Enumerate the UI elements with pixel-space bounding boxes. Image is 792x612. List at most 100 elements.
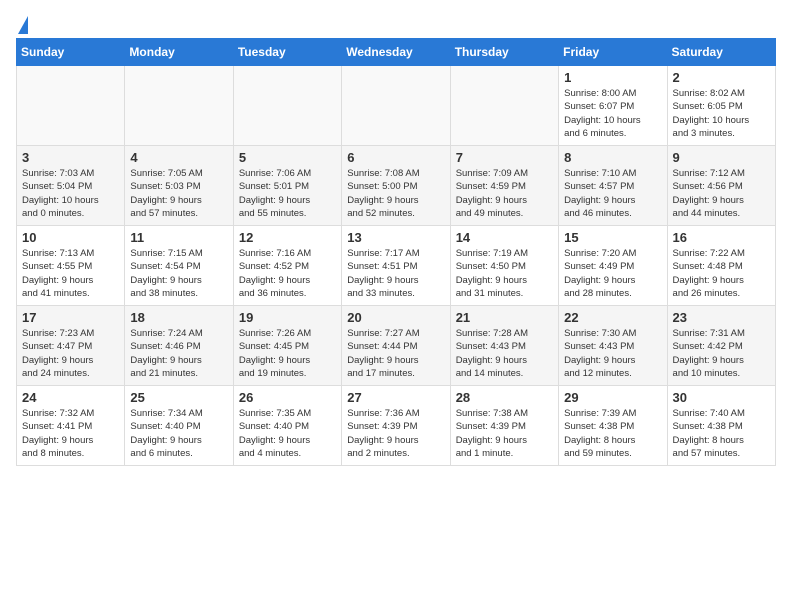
calendar-cell: 17 Sunrise: 7:23 AM Sunset: 4:47 PM Dayli… — [17, 306, 125, 386]
day-number: 30 — [673, 390, 770, 405]
day-number: 21 — [456, 310, 553, 325]
day-info: Sunrise: 7:15 AM Sunset: 4:54 PM Dayligh… — [130, 247, 227, 300]
calendar-cell: 9 Sunrise: 7:12 AM Sunset: 4:56 PM Daylig… — [667, 146, 775, 226]
calendar-cell: 24Sunrise: 7:32 AM Sunset: 4:41 PM Dayli… — [17, 386, 125, 466]
calendar-cell — [450, 66, 558, 146]
day-info: Sunrise: 8:00 AM Sunset: 6:07 PM Dayligh… — [564, 87, 661, 140]
day-info: Sunrise: 7:40 AM Sunset: 4:38 PM Dayligh… — [673, 407, 770, 460]
calendar-cell: 3 Sunrise: 7:03 AM Sunset: 5:04 PM Daylig… — [17, 146, 125, 226]
day-number: 10 — [22, 230, 119, 245]
day-number: 28 — [456, 390, 553, 405]
day-info: Sunrise: 7:39 AM Sunset: 4:38 PM Dayligh… — [564, 407, 661, 460]
day-info: Sunrise: 7:22 AM Sunset: 4:48 PM Dayligh… — [673, 247, 770, 300]
calendar-header-saturday: Saturday — [667, 39, 775, 66]
day-number: 16 — [673, 230, 770, 245]
calendar-cell: 14Sunrise: 7:19 AM Sunset: 4:50 PM Dayli… — [450, 226, 558, 306]
calendar-week-5: 24Sunrise: 7:32 AM Sunset: 4:41 PM Dayli… — [17, 386, 776, 466]
day-info: Sunrise: 7:24 AM Sunset: 4:46 PM Dayligh… — [130, 327, 227, 380]
calendar-cell: 23Sunrise: 7:31 AM Sunset: 4:42 PM Dayli… — [667, 306, 775, 386]
day-number: 12 — [239, 230, 336, 245]
day-number: 3 — [22, 150, 119, 165]
calendar-cell: 18 Sunrise: 7:24 AM Sunset: 4:46 PM Dayli… — [125, 306, 233, 386]
day-number: 17 — [22, 310, 119, 325]
day-number: 5 — [239, 150, 336, 165]
day-number: 2 — [673, 70, 770, 85]
day-number: 15 — [564, 230, 661, 245]
day-info: Sunrise: 7:13 AM Sunset: 4:55 PM Dayligh… — [22, 247, 119, 300]
day-number: 22 — [564, 310, 661, 325]
calendar-cell: 27 Sunrise: 7:36 AM Sunset: 4:39 PM Dayli… — [342, 386, 450, 466]
day-number: 27 — [347, 390, 444, 405]
day-number: 4 — [130, 150, 227, 165]
day-number: 26 — [239, 390, 336, 405]
calendar-cell: 26Sunrise: 7:35 AM Sunset: 4:40 PM Dayli… — [233, 386, 341, 466]
day-info: Sunrise: 7:12 AM Sunset: 4:56 PM Dayligh… — [673, 167, 770, 220]
calendar-header-tuesday: Tuesday — [233, 39, 341, 66]
day-number: 29 — [564, 390, 661, 405]
calendar-cell: 12 Sunrise: 7:16 AM Sunset: 4:52 PM Dayli… — [233, 226, 341, 306]
calendar-header-monday: Monday — [125, 39, 233, 66]
day-info: Sunrise: 7:36 AM Sunset: 4:39 PM Dayligh… — [347, 407, 444, 460]
calendar-header-friday: Friday — [559, 39, 667, 66]
day-number: 1 — [564, 70, 661, 85]
calendar-cell: 4 Sunrise: 7:05 AM Sunset: 5:03 PM Daylig… — [125, 146, 233, 226]
day-number: 19 — [239, 310, 336, 325]
day-info: Sunrise: 7:16 AM Sunset: 4:52 PM Dayligh… — [239, 247, 336, 300]
day-number: 14 — [456, 230, 553, 245]
calendar-body: 1 Sunrise: 8:00 AM Sunset: 6:07 PM Daylig… — [17, 66, 776, 466]
day-info: Sunrise: 7:17 AM Sunset: 4:51 PM Dayligh… — [347, 247, 444, 300]
calendar-header-sunday: Sunday — [17, 39, 125, 66]
calendar-table: SundayMondayTuesdayWednesdayThursdayFrid… — [16, 38, 776, 466]
day-number: 18 — [130, 310, 227, 325]
day-number: 11 — [130, 230, 227, 245]
day-number: 6 — [347, 150, 444, 165]
day-info: Sunrise: 7:10 AM Sunset: 4:57 PM Dayligh… — [564, 167, 661, 220]
day-info: Sunrise: 8:02 AM Sunset: 6:05 PM Dayligh… — [673, 87, 770, 140]
calendar-cell: 11 Sunrise: 7:15 AM Sunset: 4:54 PM Dayli… — [125, 226, 233, 306]
calendar-cell — [17, 66, 125, 146]
calendar-cell — [233, 66, 341, 146]
day-number: 8 — [564, 150, 661, 165]
calendar-week-4: 17 Sunrise: 7:23 AM Sunset: 4:47 PM Dayli… — [17, 306, 776, 386]
logo-triangle-icon — [18, 16, 28, 34]
calendar-cell: 25Sunrise: 7:34 AM Sunset: 4:40 PM Dayli… — [125, 386, 233, 466]
calendar-cell: 29 Sunrise: 7:39 AM Sunset: 4:38 PM Dayli… — [559, 386, 667, 466]
calendar-cell: 8 Sunrise: 7:10 AM Sunset: 4:57 PM Daylig… — [559, 146, 667, 226]
day-info: Sunrise: 7:30 AM Sunset: 4:43 PM Dayligh… — [564, 327, 661, 380]
day-info: Sunrise: 7:38 AM Sunset: 4:39 PM Dayligh… — [456, 407, 553, 460]
calendar-week-2: 3 Sunrise: 7:03 AM Sunset: 5:04 PM Daylig… — [17, 146, 776, 226]
day-info: Sunrise: 7:05 AM Sunset: 5:03 PM Dayligh… — [130, 167, 227, 220]
calendar-cell: 20 Sunrise: 7:27 AM Sunset: 4:44 PM Dayli… — [342, 306, 450, 386]
day-info: Sunrise: 7:26 AM Sunset: 4:45 PM Dayligh… — [239, 327, 336, 380]
calendar-cell: 5Sunrise: 7:06 AM Sunset: 5:01 PM Daylig… — [233, 146, 341, 226]
day-number: 20 — [347, 310, 444, 325]
calendar-cell: 21Sunrise: 7:28 AM Sunset: 4:43 PM Dayli… — [450, 306, 558, 386]
logo — [16, 16, 28, 30]
calendar-cell — [342, 66, 450, 146]
calendar-cell: 15 Sunrise: 7:20 AM Sunset: 4:49 PM Dayli… — [559, 226, 667, 306]
day-number: 13 — [347, 230, 444, 245]
day-number: 24 — [22, 390, 119, 405]
calendar-cell — [125, 66, 233, 146]
day-info: Sunrise: 7:08 AM Sunset: 5:00 PM Dayligh… — [347, 167, 444, 220]
day-info: Sunrise: 7:03 AM Sunset: 5:04 PM Dayligh… — [22, 167, 119, 220]
calendar-cell: 13 Sunrise: 7:17 AM Sunset: 4:51 PM Dayli… — [342, 226, 450, 306]
calendar-cell: 10 Sunrise: 7:13 AM Sunset: 4:55 PM Dayli… — [17, 226, 125, 306]
day-info: Sunrise: 7:27 AM Sunset: 4:44 PM Dayligh… — [347, 327, 444, 380]
day-info: Sunrise: 7:20 AM Sunset: 4:49 PM Dayligh… — [564, 247, 661, 300]
calendar-cell: 2 Sunrise: 8:02 AM Sunset: 6:05 PM Daylig… — [667, 66, 775, 146]
day-number: 7 — [456, 150, 553, 165]
day-number: 25 — [130, 390, 227, 405]
calendar-cell: 7 Sunrise: 7:09 AM Sunset: 4:59 PM Daylig… — [450, 146, 558, 226]
calendar-cell: 22 Sunrise: 7:30 AM Sunset: 4:43 PM Dayli… — [559, 306, 667, 386]
day-info: Sunrise: 7:09 AM Sunset: 4:59 PM Dayligh… — [456, 167, 553, 220]
calendar-cell: 1 Sunrise: 8:00 AM Sunset: 6:07 PM Daylig… — [559, 66, 667, 146]
day-number: 9 — [673, 150, 770, 165]
day-info: Sunrise: 7:31 AM Sunset: 4:42 PM Dayligh… — [673, 327, 770, 380]
calendar-cell: 28 Sunrise: 7:38 AM Sunset: 4:39 PM Dayli… — [450, 386, 558, 466]
calendar-header-wednesday: Wednesday — [342, 39, 450, 66]
day-info: Sunrise: 7:23 AM Sunset: 4:47 PM Dayligh… — [22, 327, 119, 380]
page-header — [16, 16, 776, 30]
calendar-cell: 30 Sunrise: 7:40 AM Sunset: 4:38 PM Dayli… — [667, 386, 775, 466]
calendar-cell: 6 Sunrise: 7:08 AM Sunset: 5:00 PM Daylig… — [342, 146, 450, 226]
